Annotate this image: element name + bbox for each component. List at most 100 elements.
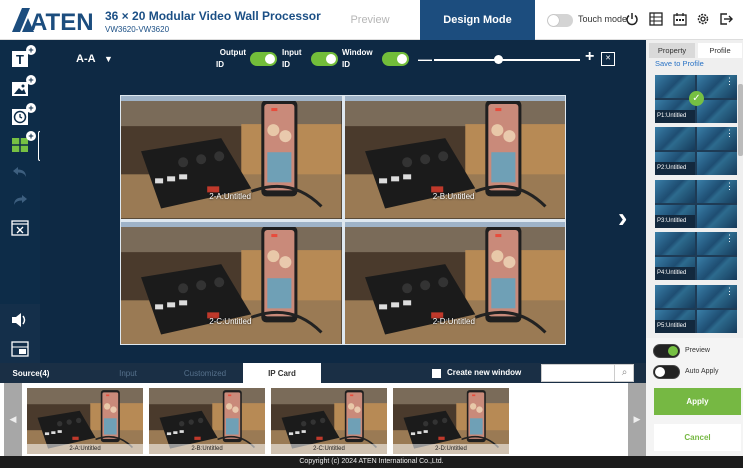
calendar-icon[interactable] [672, 12, 688, 28]
input-id-label-line2: ID [282, 60, 290, 69]
source-thumbnail[interactable]: 2-A:Untitled [27, 388, 143, 454]
toggle-knob [265, 54, 275, 64]
output-id-toggle[interactable] [250, 52, 277, 66]
preview-toggle[interactable] [653, 344, 680, 358]
auto-apply-toggle[interactable] [653, 365, 680, 379]
display-settings-button[interactable] [9, 341, 31, 363]
product-models: VW3620-VW3620 [105, 25, 170, 34]
profile-cell-preview [697, 310, 737, 333]
tab-design-mode[interactable]: Design Mode [420, 0, 535, 40]
profile-card[interactable]: P4:Untitled ⋮ [655, 232, 737, 280]
tab-property[interactable]: Property [649, 43, 695, 58]
tab-customized[interactable]: Customized [170, 363, 240, 383]
plus-icon: + [26, 131, 36, 141]
zoom-slider-track[interactable] [434, 59, 580, 61]
display-settings-icon [11, 341, 29, 357]
footer-copyright: Copyright (c) 2024 ATEN International Co… [0, 456, 743, 468]
profile-name: P5:Untitled [655, 320, 695, 333]
power-icon[interactable] [624, 12, 640, 28]
undo-button[interactable] [9, 164, 31, 186]
source-thumbnail[interactable]: 2-C:Untitled [271, 388, 387, 454]
tab-input[interactable]: Input [98, 363, 158, 383]
source-thumbnail[interactable]: 2-B:Untitled [149, 388, 265, 454]
create-new-window-checkbox[interactable] [432, 369, 441, 378]
add-layout-button[interactable]: + [9, 131, 36, 158]
video-window[interactable]: 2-A:Untitled [121, 96, 342, 219]
output-id-label-line1: Output [219, 48, 246, 57]
profile-cell-preview [655, 127, 695, 150]
zoom-out-button[interactable]: — [418, 51, 432, 67]
add-clock-button[interactable]: + [9, 103, 36, 130]
profile-card[interactable]: P1:Untitled ⋮ ✓ [655, 75, 737, 123]
grid-list-icon[interactable] [648, 12, 664, 28]
save-to-profile-link[interactable]: Save to Profile [655, 59, 704, 68]
toggle-knob [548, 15, 559, 26]
tab-profile[interactable]: Profile [698, 43, 742, 58]
window-title-bar[interactable] [121, 221, 342, 227]
auto-apply-label: Auto Apply [685, 368, 719, 375]
window-id-label-line2: ID [342, 60, 350, 69]
profile-name: P2:Untitled [655, 162, 695, 175]
profile-cell-preview [655, 285, 695, 308]
add-image-button[interactable]: + [9, 75, 36, 102]
volume-button[interactable] [9, 312, 31, 334]
more-options-icon[interactable]: ⋮ [725, 182, 734, 191]
window-id-label-line1: Window [342, 48, 373, 57]
tab-ip-card[interactable]: IP Card [243, 363, 321, 383]
tab-preview[interactable]: Preview [320, 0, 420, 40]
fit-to-screen-icon[interactable]: ✕ [601, 52, 615, 66]
search-icon[interactable]: ⌕ [614, 364, 634, 382]
more-options-icon[interactable]: ⋮ [725, 287, 734, 296]
add-text-button[interactable]: T + [9, 45, 36, 72]
window-id-toggle[interactable] [382, 52, 409, 66]
product-title: 36 × 20 Modular Video Wall Processor [105, 9, 321, 23]
zoom-slider-fill [434, 59, 499, 61]
source-thumbnail-label: 2-B:Untitled [149, 444, 265, 454]
profile-name: P3:Untitled [655, 215, 695, 228]
next-wall-arrow-icon[interactable]: › [618, 204, 627, 232]
video-window[interactable]: 2-B:Untitled [344, 96, 565, 219]
more-options-icon[interactable]: ⋮ [725, 77, 734, 86]
window-title-bar[interactable] [121, 96, 342, 101]
video-window[interactable]: 2-C:Untitled [121, 221, 342, 344]
profile-card[interactable]: P3:Untitled ⋮ [655, 180, 737, 228]
cancel-button[interactable]: Cancel [654, 424, 741, 451]
input-id-toggle[interactable] [311, 52, 338, 66]
gear-icon[interactable] [695, 12, 711, 28]
profile-cell-preview [697, 152, 737, 175]
scroll-right-icon[interactable]: ▶ [628, 383, 646, 456]
zoom-slider-handle[interactable] [493, 55, 503, 64]
redo-button[interactable] [9, 192, 31, 214]
zoom-in-button[interactable]: + [585, 48, 594, 66]
profile-scrollbar[interactable] [738, 84, 743, 156]
wall-selector[interactable]: A-A [76, 53, 96, 65]
window-title-bar[interactable] [344, 221, 565, 227]
video-wall: 2-A:Untitled 2-B:Untitled 2-C:Untitled 2-D:… [120, 95, 566, 345]
window-title-bar[interactable] [344, 96, 565, 101]
profile-card[interactable]: P2:Untitled ⋮ [655, 127, 737, 175]
plus-icon: + [26, 103, 36, 113]
toggle-knob [326, 54, 336, 64]
touch-mode-toggle[interactable] [547, 14, 573, 27]
svg-text:T: T [16, 52, 24, 67]
more-options-icon[interactable]: ⋮ [725, 234, 734, 243]
undo-icon [13, 167, 26, 177]
redo-icon [14, 195, 27, 205]
profile-cell-preview [655, 180, 695, 203]
create-new-window-label: Create new window [447, 368, 522, 377]
source-thumbnail[interactable]: 2-D:Untitled [393, 388, 509, 454]
profile-name: P4:Untitled [655, 267, 695, 280]
logo-text: ATEN [30, 9, 94, 34]
tab-source-count[interactable]: Source(4) [0, 363, 62, 383]
close-window-button[interactable] [9, 220, 31, 242]
source-thumbnail-label: 2-C:Untitled [271, 444, 387, 454]
profile-card[interactable]: P5:Untitled ⋮ [655, 285, 737, 333]
video-window[interactable]: 2-D:Untitled [344, 221, 565, 344]
chevron-down-icon[interactable]: ▼ [104, 54, 113, 64]
scroll-left-icon[interactable]: ◀ [4, 383, 22, 456]
logout-icon[interactable] [718, 12, 734, 28]
toggle-knob [655, 367, 665, 377]
apply-button[interactable]: Apply [654, 388, 741, 415]
window-id-label: 2-B:Untitled [432, 191, 475, 201]
more-options-icon[interactable]: ⋮ [725, 129, 734, 138]
